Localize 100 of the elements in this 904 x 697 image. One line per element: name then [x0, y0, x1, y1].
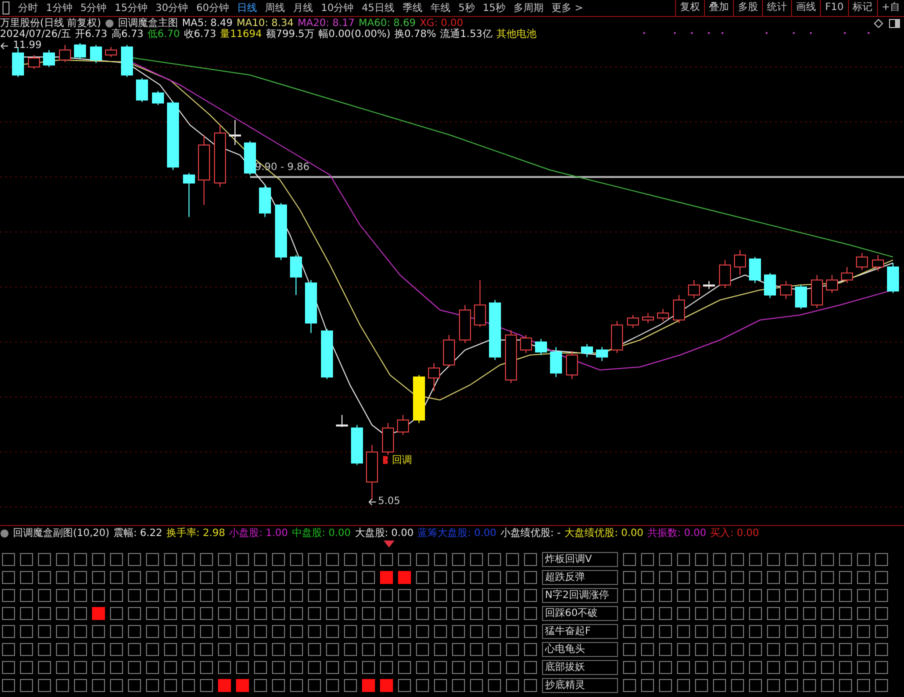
toolbar-button[interactable]: 叠加	[704, 0, 734, 16]
candlestick	[321, 328, 333, 380]
period-tab[interactable]: 30分钟	[151, 1, 192, 15]
indicator-value: 蓝筹大盘股: 0.00	[418, 528, 496, 539]
candlestick	[43, 50, 55, 68]
candlestick	[566, 350, 578, 380]
period-tab[interactable]: 周线	[260, 1, 289, 15]
candlestick	[351, 424, 363, 466]
toolbar-button[interactable]: 多股	[733, 0, 762, 16]
indicator-value: 小盘股: 1.00	[229, 528, 288, 539]
period-tab[interactable]: 15秒	[478, 1, 510, 15]
candlestick	[520, 334, 532, 354]
indicator-value: 震幅: 6.22	[113, 528, 162, 539]
candlestick	[428, 362, 440, 392]
candlestick	[443, 334, 455, 368]
quote-value: 额799.5万	[266, 29, 315, 40]
candlestick	[12, 46, 24, 78]
period-tab[interactable]: 月线	[288, 1, 317, 15]
period-tab[interactable]: 分时	[14, 1, 42, 15]
candlestick	[275, 202, 287, 260]
period-tab[interactable]: 45日线	[358, 1, 398, 15]
signal-label: 回调	[392, 454, 412, 467]
period-tab[interactable]: 年线	[426, 1, 454, 15]
period-tab[interactable]: 多周期	[510, 1, 548, 15]
candlestick	[59, 44, 71, 62]
ma-value: MA5: 8.49	[182, 18, 233, 29]
info-icon[interactable]	[0, 529, 9, 538]
stock-name: 万里股份(日线 前复权)	[0, 18, 101, 29]
quote-value: 量11694	[220, 29, 262, 40]
candlestick	[136, 78, 148, 102]
candlestick	[688, 280, 700, 298]
period-tab[interactable]: 15分钟	[110, 1, 152, 15]
quote-value: 幅0.00(0.00%)	[318, 29, 390, 40]
candlestick	[642, 312, 654, 324]
period-tab[interactable]: 60分钟	[192, 1, 233, 15]
quote-value: 流通1.53亿	[440, 29, 492, 40]
candlestick	[382, 422, 394, 456]
panel-toggle-icon[interactable]	[889, 19, 900, 28]
period-tab[interactable]: 更多 >	[548, 1, 588, 15]
signal-name: 超跌反弹	[542, 570, 618, 584]
signal-name: 底部拔妖	[542, 660, 618, 674]
candlestick	[366, 444, 378, 500]
candlestick	[887, 262, 899, 294]
arrow-icon	[368, 498, 377, 506]
quote-value: 开6.73	[75, 29, 108, 40]
quote-value: 换0.78%	[394, 29, 436, 40]
period-tab[interactable]: 季线	[398, 1, 426, 15]
info-icon[interactable]	[104, 19, 114, 28]
candlestick	[90, 44, 102, 64]
candlestick	[121, 44, 133, 78]
candlestick	[734, 250, 746, 276]
toolbar-button[interactable]: 统计	[762, 0, 792, 16]
candlestick	[152, 90, 164, 106]
candlestick	[535, 338, 547, 356]
candlestick	[764, 272, 776, 298]
candlestick	[229, 120, 241, 146]
candlestick	[259, 184, 271, 218]
toolbar-button[interactable]: F10	[820, 0, 848, 16]
period-tab[interactable]: 日线	[232, 1, 261, 15]
diamond-icon[interactable]	[874, 19, 883, 28]
period-tab[interactable]: 5分钟	[76, 1, 111, 15]
candlestick	[105, 46, 117, 58]
indicator-name: 回调魔盒主图	[118, 18, 178, 29]
candlestick	[795, 284, 807, 310]
candlestick	[673, 294, 685, 324]
high-price-label: 11.99	[13, 40, 42, 51]
ma-value: MA20: 8.17	[298, 18, 355, 29]
period-tab[interactable]: 10分钟	[316, 1, 358, 15]
quote-value: 收6.73	[184, 29, 216, 40]
period-tab[interactable]: 5秒	[454, 1, 479, 15]
toolbar-button[interactable]: 复权	[675, 0, 704, 16]
signal-name: 猛牛奋起F	[542, 624, 618, 638]
candlestick	[474, 280, 486, 328]
period-tab[interactable]: 1分钟	[42, 1, 76, 15]
candlestick	[336, 414, 348, 428]
candlestick	[74, 42, 86, 60]
signal-name: 炸板回调V	[542, 552, 618, 566]
candlestick	[167, 100, 179, 170]
ma-value: MA10: 8.34	[236, 18, 294, 29]
indicator-value: 大盘股: 0.00	[354, 528, 414, 539]
candlestick	[780, 280, 792, 300]
toolbar-button[interactable]: +自	[876, 0, 904, 16]
candlestick	[581, 344, 593, 358]
indicator-value: 中盘股: 0.00	[292, 528, 351, 539]
menu-icon[interactable]	[2, 1, 10, 15]
gem-icon	[383, 540, 395, 548]
indicator-value: 小盘绩优股: -	[500, 528, 561, 539]
toolbar-button[interactable]: 画线	[791, 0, 820, 16]
indicator-name: 回调魔盒副图(10,20)	[13, 528, 110, 539]
ma-value: MA60: 8.69	[358, 18, 416, 29]
indicator-value: 大盘绩优股: 0.00	[564, 528, 644, 539]
candlestick	[489, 300, 501, 360]
toolbar-button[interactable]: 标记	[848, 0, 877, 16]
candlestick	[596, 346, 608, 362]
indicator-value: 换手率: 2.98	[166, 528, 226, 539]
candlestick	[841, 266, 853, 284]
indicator-value: 买入: 0.00	[710, 528, 760, 539]
candlestick	[290, 254, 302, 296]
candlestick	[749, 256, 761, 284]
low-price-label: 5.05	[378, 496, 400, 507]
